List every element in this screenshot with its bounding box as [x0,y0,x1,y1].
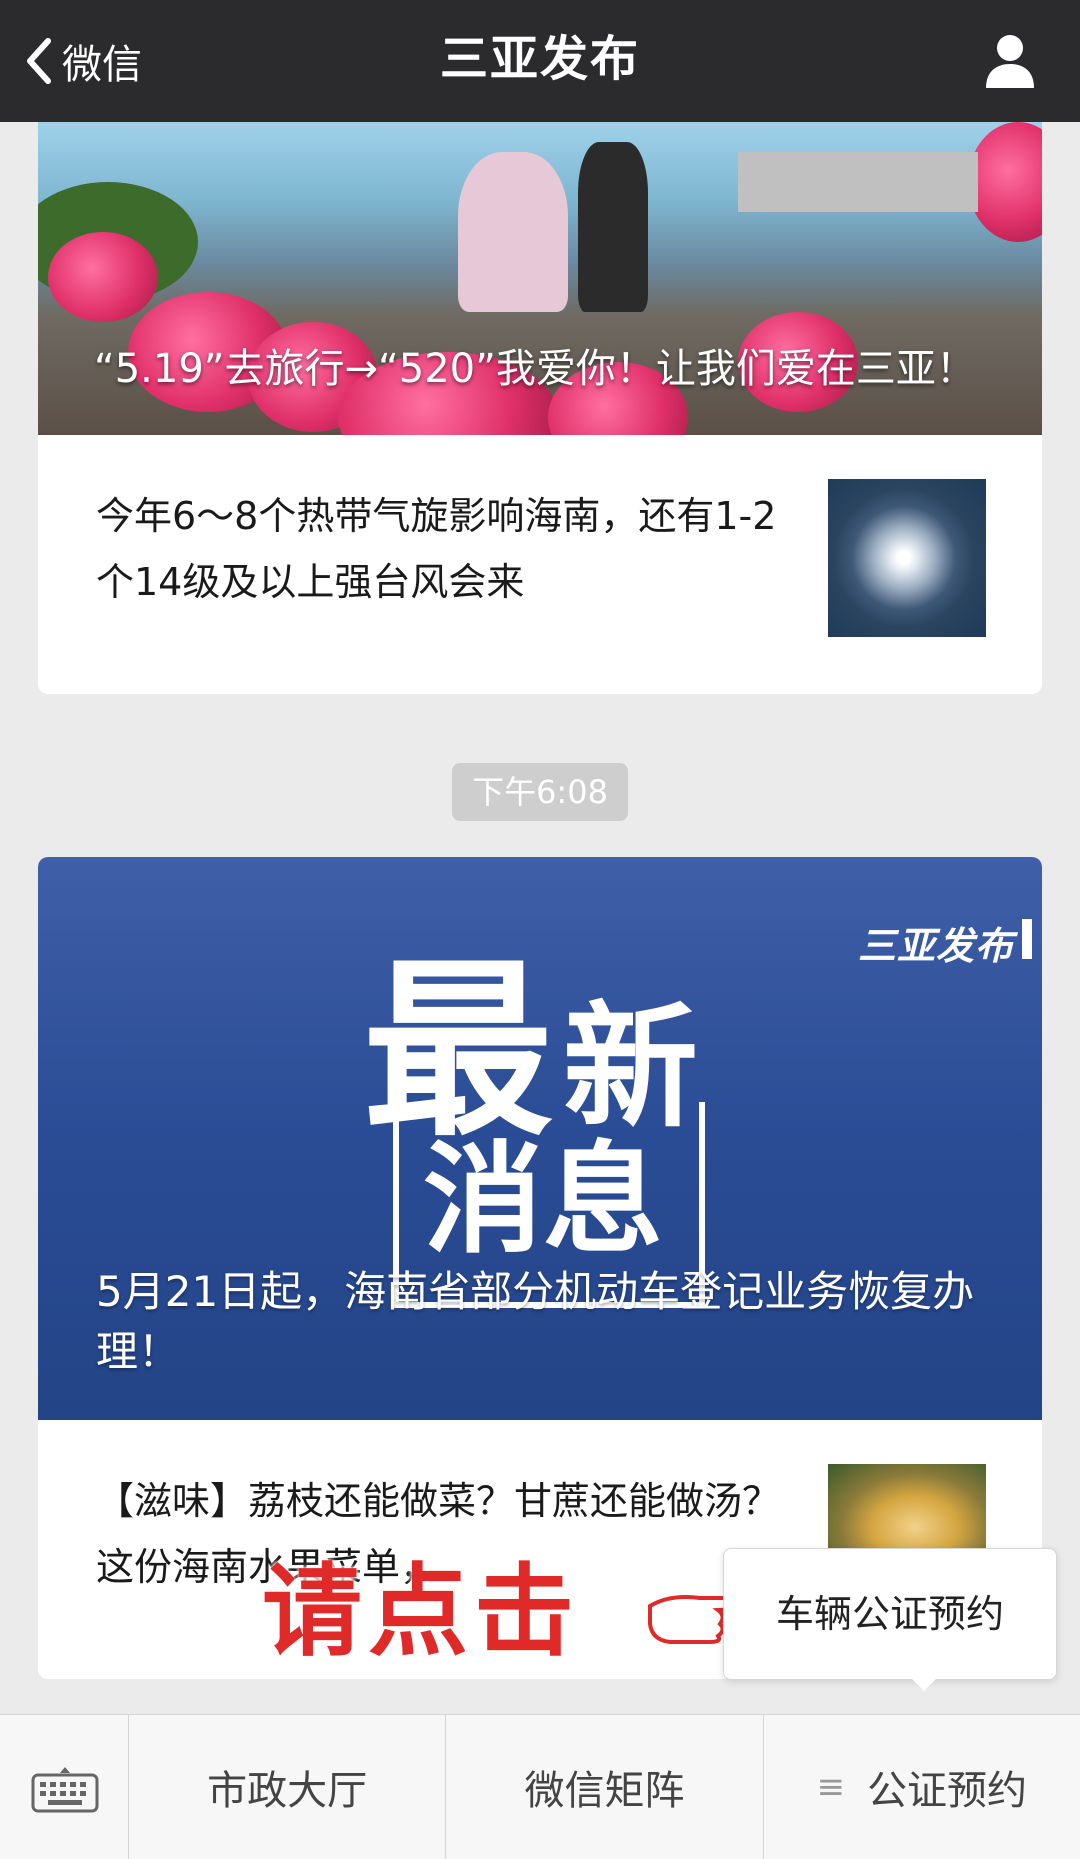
cover-title-2: 5月21日起，海南省部分机动车登记业务恢复办理！ [96,1267,975,1376]
article-card-1: “5.19”去旅行→“520”我爱你！让我们爱在三亚！ 今年6～8个热带气旋影响… [38,122,1042,694]
profile-icon[interactable] [982,30,1038,90]
click-hint-overlay: 请点击 [262,1553,580,1670]
brand-bar [1022,919,1032,959]
menu-item-municipal-hall[interactable]: 市政大厅 [129,1715,447,1859]
menu-item-label: 公证预约 [867,1768,1028,1814]
menu-item-label: 微信矩阵 [524,1768,685,1814]
cover-big-chars-3: 消息 [423,1129,663,1270]
page-title: 三亚发布 [439,31,640,87]
list-item-title: 今年6～8个热带气旋影响海南，还有1-2个14级及以上强台风会来 [96,494,777,604]
nav-header: 微信 三亚发布 [0,0,1080,122]
bottom-menu: 市政大厅 微信矩阵 ≡ 公证预约 [0,1714,1080,1859]
pier-building [738,152,978,212]
menu-item-notary-booking[interactable]: ≡ 公证预约 [764,1715,1080,1859]
food-thumbnail [828,1464,986,1554]
typhoon-thumbnail [828,479,986,637]
keyboard-toggle[interactable] [0,1715,129,1859]
menu-item-wechat-matrix[interactable]: 微信矩阵 [446,1715,764,1859]
timestamp: 下午6:08 [452,763,628,821]
popup-pointer [910,1677,938,1691]
cover-article-2[interactable]: 最 新 消息 三亚发布 5月21日起，海南省部分机动车登记业务恢复办理！ [38,857,1042,1420]
statue [458,152,568,312]
menu-list-icon: ≡ [816,1767,846,1807]
submenu-item-vehicle-notary[interactable]: 车辆公证预约 [723,1548,1057,1680]
cover-article-1[interactable]: “5.19”去旅行→“520”我爱你！让我们爱在三亚！ [38,122,1042,435]
flower [48,232,158,322]
cover-title-1: “5.19”去旅行→“520”我爱你！让我们爱在三亚！ [94,346,976,392]
flower [968,122,1042,242]
brand-logo-text: 三亚发布 [857,924,1014,968]
list-item[interactable]: 今年6～8个热带气旋影响海南，还有1-2个14级及以上强台风会来 [38,435,1042,694]
menu-item-label: 市政大厅 [207,1768,368,1814]
statue [578,142,648,312]
keyboard-icon [31,1767,99,1813]
